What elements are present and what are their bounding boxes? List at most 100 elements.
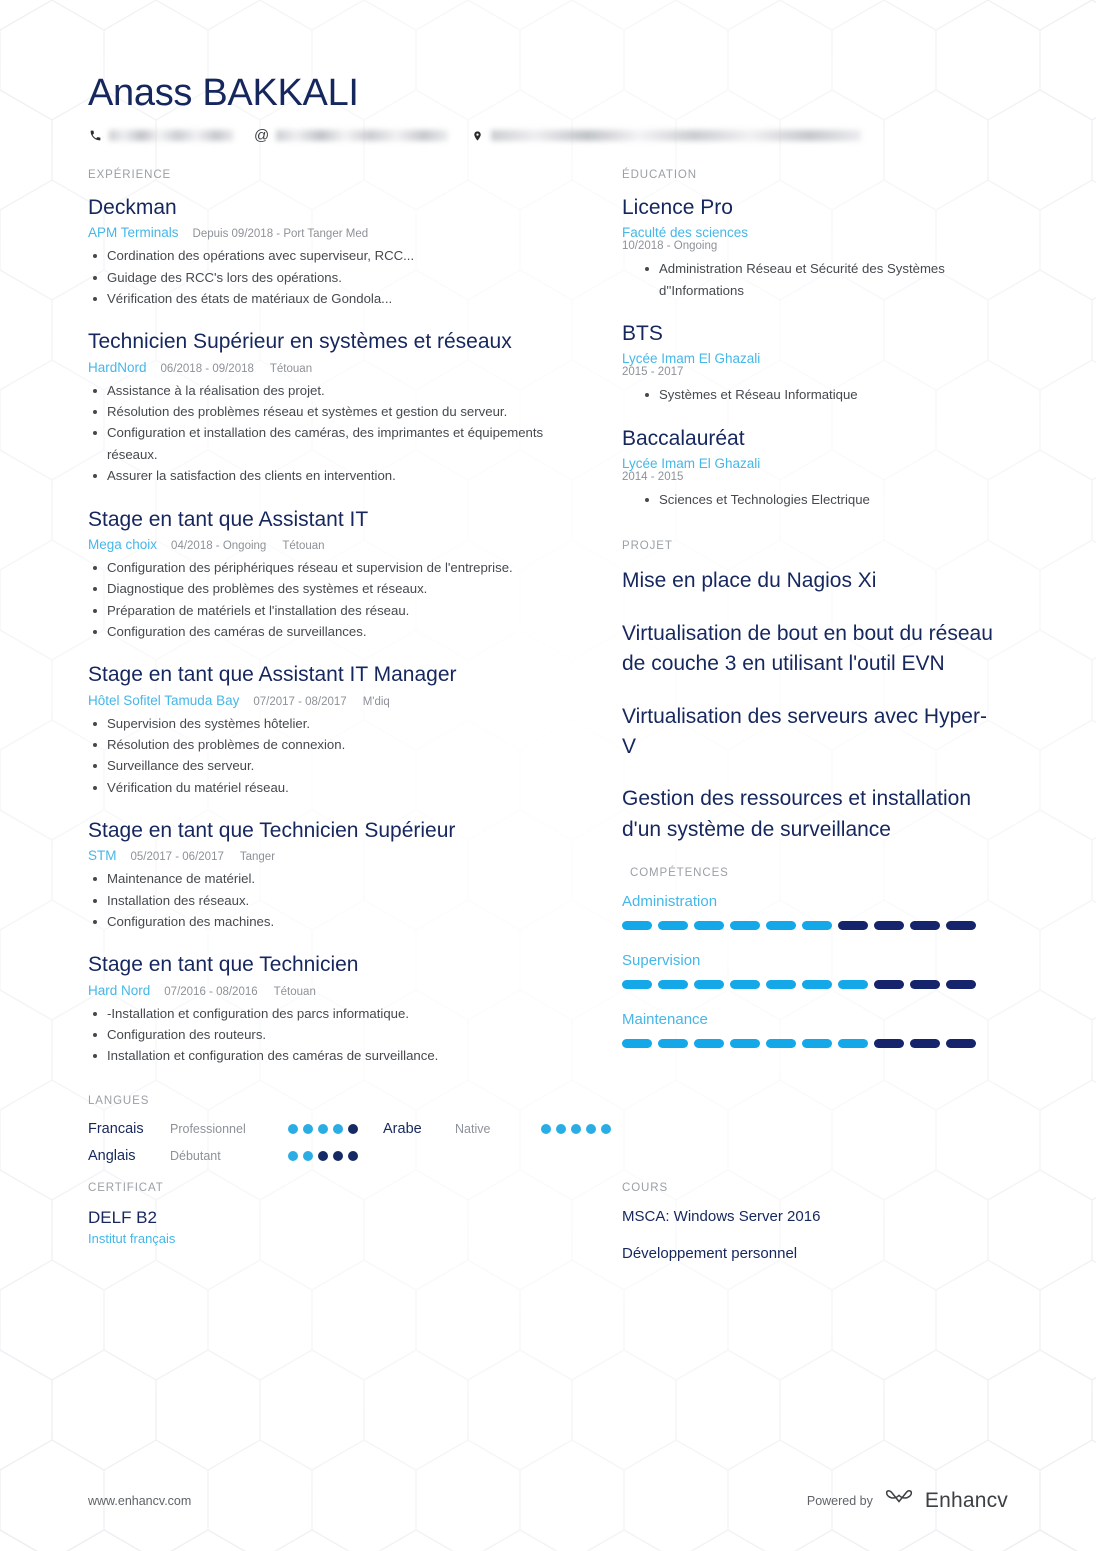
list-item: -Installation et configuration des parcs…	[88, 1003, 566, 1024]
experience-meta: APM Terminals Depuis 09/2018 - Port Tang…	[88, 225, 566, 240]
enhancv-brand-name: Enhancv	[924, 1488, 1008, 1512]
experience-title: Technicien Supérieur en systèmes et rése…	[88, 330, 512, 354]
list-item: Assurer la satisfaction des clients en i…	[88, 465, 566, 486]
certificat-section: CERTIFICAT DELF B2 Institut français	[88, 1182, 600, 1282]
education-bullets: Systèmes et Réseau Informatique	[622, 384, 1000, 405]
experience-place: Tétouan	[269, 362, 313, 375]
education-bullets: Sciences et Technologies Electrique	[622, 489, 1000, 510]
contact-email: @	[254, 128, 470, 143]
list-item: Résolution des problèmes de connexion.	[88, 734, 566, 755]
experience-entry: Stage en tant que Technicien Supérieur S…	[88, 818, 566, 932]
map-pin-icon	[470, 129, 484, 143]
skill-name: Administration	[622, 893, 718, 911]
list-item: Systèmes et Réseau Informatique	[640, 384, 1000, 405]
experience-meta: STM 05/2017 - 06/2017 Tanger	[88, 848, 566, 863]
experience-organization: Hôtel Sofitel Tamuda Bay	[88, 692, 240, 708]
list-item: Assistance à la réalisation des projet.	[88, 380, 566, 401]
language-name: Francais	[88, 1120, 144, 1137]
list-item: Guidage des RCC's lors des opérations.	[88, 267, 566, 288]
list-item: Résolution des problèmes réseau et systè…	[88, 401, 566, 422]
experience-bullets: Configuration des périphériques réseau e…	[88, 557, 566, 643]
list-item: Administration Réseau et Sécurité des Sy…	[640, 258, 1000, 301]
experience-meta: Hôtel Sofitel Tamuda Bay 07/2017 - 08/20…	[88, 693, 566, 708]
list-item: Configuration des machines.	[88, 911, 566, 932]
education-date: 2014 - 2015	[622, 470, 684, 483]
experience-bullets: Cordination des opérations avec supervis…	[88, 245, 566, 309]
project-item: Virtualisation des serveurs avec Hyper-V	[622, 704, 987, 758]
experience-place: Tétouan	[282, 539, 325, 552]
education-date: 2015 - 2017	[622, 366, 684, 379]
project-item: Gestion des ressources et installation d…	[622, 787, 972, 841]
section-label-education: ÉDUCATION	[622, 169, 697, 181]
skill-name: Maintenance	[622, 1011, 708, 1029]
experience-organization: APM Terminals	[88, 225, 179, 241]
experience-bullets: Maintenance de matériel. Installation de…	[88, 868, 566, 932]
language-rating-dots	[288, 1123, 383, 1134]
experience-place: Tétouan	[273, 985, 316, 998]
location-value-redacted	[491, 130, 862, 141]
experience-title: Deckman	[88, 196, 177, 219]
email-value-redacted	[276, 130, 449, 141]
powered-by-label: Powered by	[806, 1493, 873, 1508]
section-label-langues: LANGUES	[88, 1094, 150, 1107]
experience-title: Stage en tant que Assistant IT Manager	[88, 663, 457, 687]
phone-icon	[88, 129, 102, 143]
resume-header: Anass BAKKALI @	[0, 0, 1096, 143]
skill-bar-maintenance	[622, 1039, 1000, 1049]
section-label-experience: EXPÉRIENCE	[88, 169, 172, 181]
right-column: ÉDUCATION Licence Pro Faculté des scienc…	[600, 169, 1000, 1164]
at-icon: @	[254, 127, 270, 144]
page-title: Anass BAKKALI	[88, 72, 359, 114]
experience-bullets: -Installation et configuration des parcs…	[88, 1003, 566, 1067]
section-label-certificat: CERTIFICAT	[88, 1181, 164, 1194]
experience-place: Tanger	[239, 851, 276, 864]
education-entry: Licence Pro Faculté des sciences 10/2018…	[622, 195, 1000, 301]
section-label-cours: COURS	[622, 1181, 669, 1194]
enhancv-website-link[interactable]: www.enhancv.com	[88, 1494, 191, 1508]
education-organization: Lycée Imam El Ghazali	[622, 455, 761, 471]
list-item: Vérification des états de matériaux de G…	[88, 288, 566, 309]
list-item: Sciences et Technologies Electrique	[640, 489, 1000, 510]
education-organization: Faculté des sciences	[622, 225, 749, 241]
experience-date: Depuis 09/2018 - Port Tanger Med	[192, 228, 369, 241]
languages-section: LANGUES Francais Professionnel Arabe Nat…	[88, 1094, 611, 1164]
phone-value-redacted	[109, 130, 234, 141]
education-title: BTS	[622, 322, 663, 345]
education-bullets: Administration Réseau et Sécurité des Sy…	[622, 258, 1000, 301]
education-date: 10/2018 - Ongoing	[622, 240, 718, 253]
experience-bullets: Assistance à la réalisation des projet. …	[88, 380, 566, 487]
list-item: Préparation de matériels et l'installati…	[88, 600, 566, 621]
experience-entry: Deckman APM Terminals Depuis 09/2018 - P…	[88, 195, 566, 309]
page-footer: www.enhancv.com Powered by Enhancv	[0, 1488, 1096, 1513]
experience-title: Stage en tant que Technicien	[88, 953, 359, 977]
experience-entry: Stage en tant que Technicien Hard Nord 0…	[88, 952, 566, 1066]
experience-organization: STM	[88, 848, 117, 864]
project-item: Mise en place du Nagios Xi	[622, 569, 877, 593]
certificate-title: DELF B2	[88, 1207, 157, 1227]
bottom-row: CERTIFICAT DELF B2 Institut français COU…	[0, 1182, 1096, 1282]
experience-bullets: Supervision des systèmes hôtelier. Résol…	[88, 713, 566, 799]
contact-phone	[88, 129, 254, 143]
list-item: Maintenance de matériel.	[88, 868, 566, 889]
experience-entry: Technicien Supérieur en systèmes et rése…	[88, 329, 566, 486]
education-entry: Baccalauréat Lycée Imam El Ghazali 2014 …	[622, 426, 1000, 511]
experience-place: M'diq	[362, 695, 390, 708]
cours-section: COURS MSCA: Windows Server 2016 Développ…	[600, 1182, 1000, 1282]
experience-date: 04/2018 - Ongoing	[171, 539, 267, 552]
list-item: Configuration des périphériques réseau e…	[88, 557, 566, 578]
certificate-organization: Institut français	[88, 1230, 176, 1246]
experience-entry: Stage en tant que Assistant IT Manager H…	[88, 662, 566, 798]
list-item: Diagnostique des problèmes des systèmes …	[88, 578, 566, 599]
competences-section: COMPÉTENCES Administration Supervision M…	[622, 867, 1000, 1049]
experience-meta: Hard Nord 07/2016 - 08/2016 Tétouan	[88, 983, 566, 998]
list-item: Supervision des systèmes hôtelier.	[88, 713, 566, 734]
language-name: Anglais	[88, 1147, 136, 1164]
section-label-projet: PROJET	[622, 540, 673, 553]
experience-entry: Stage en tant que Assistant IT Mega choi…	[88, 507, 566, 643]
education-title: Licence Pro	[622, 196, 733, 219]
education-organization: Lycée Imam El Ghazali	[622, 351, 761, 367]
experience-meta: Mega choix 04/2018 - Ongoing Tétouan	[88, 537, 566, 552]
experience-date: 05/2017 - 06/2017	[130, 851, 224, 864]
education-entry: BTS Lycée Imam El Ghazali 2015 - 2017 Sy…	[622, 321, 1000, 406]
list-item: Vérification du matériel réseau.	[88, 777, 566, 798]
